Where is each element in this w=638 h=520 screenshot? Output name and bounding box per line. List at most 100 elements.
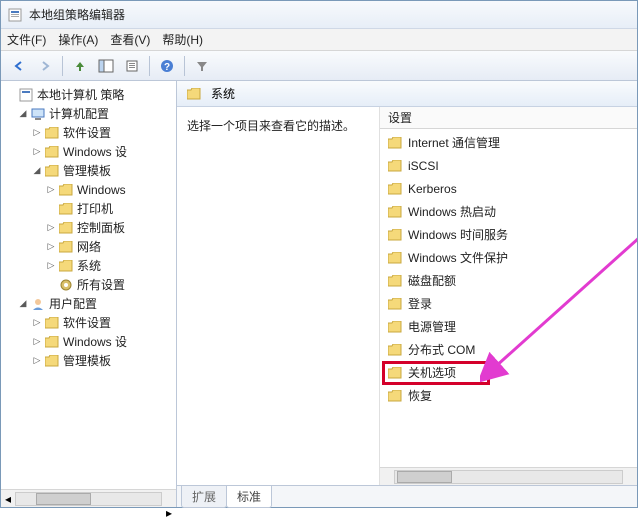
menu-file[interactable]: 文件(F) [7, 31, 46, 48]
tree-software-settings[interactable]: 软件设置 [63, 124, 111, 141]
list-item-label: 磁盘配额 [408, 272, 456, 289]
user-icon [30, 297, 46, 311]
policy-icon [18, 88, 34, 102]
list-item-label: 恢复 [408, 387, 432, 404]
show-hide-tree-button[interactable] [94, 54, 118, 78]
list-item[interactable]: 电源管理 [380, 315, 637, 338]
expand-icon[interactable]: ▷ [45, 222, 57, 233]
tab-standard[interactable]: 标准 [226, 486, 272, 508]
tree-windows[interactable]: Windows [77, 183, 126, 197]
filter-button[interactable] [190, 54, 214, 78]
folder-icon [44, 145, 60, 159]
folder-icon [386, 296, 404, 312]
list-item[interactable]: 磁盘配额 [380, 269, 637, 292]
expand-icon[interactable]: ▷ [31, 336, 43, 347]
list-item-label: 关机选项 [408, 364, 456, 381]
list-item[interactable]: Windows 热启动 [380, 200, 637, 223]
list-item-label: Windows 时间服务 [408, 226, 508, 243]
folder-icon [386, 319, 404, 335]
list-item[interactable]: 分布式 COM [380, 338, 637, 361]
folder-icon [386, 273, 404, 289]
collapse-icon[interactable]: ◢ [31, 165, 43, 176]
list-item[interactable]: 恢复 [380, 384, 637, 407]
list-item[interactable]: 登录 [380, 292, 637, 315]
folder-icon [44, 354, 60, 368]
expand-icon[interactable]: ▷ [31, 146, 43, 157]
tree-all-settings[interactable]: 所有设置 [77, 276, 125, 293]
tab-extended[interactable]: 扩展 [181, 486, 227, 508]
list-item[interactable]: Windows 文件保护 [380, 246, 637, 269]
settings-list[interactable]: Internet 通信管理 iSCSI Kerberos Windows 热启动 Win… [380, 129, 637, 409]
collapse-icon[interactable]: ◢ [17, 108, 29, 119]
menu-help[interactable]: 帮助(H) [162, 31, 203, 48]
window-title: 本地组策略编辑器 [29, 6, 125, 23]
svg-text:?: ? [164, 62, 170, 73]
folder-icon [386, 365, 404, 381]
list-item[interactable]: 关机选项 [380, 361, 637, 384]
tree-admin-templates-2[interactable]: 管理模板 [63, 352, 111, 369]
collapse-icon[interactable]: ◢ [17, 298, 29, 309]
description-pane: 选择一个项目来查看它的描述。 [177, 107, 379, 485]
folder-icon [186, 87, 202, 101]
list-item[interactable]: Internet 通信管理 [380, 131, 637, 154]
folder-icon [386, 158, 404, 174]
tree-software-settings-2[interactable]: 软件设置 [63, 314, 111, 331]
title-bar: 本地组策略编辑器 [1, 1, 637, 29]
list-hscrollbar[interactable] [380, 467, 637, 485]
expand-icon[interactable]: ▷ [45, 241, 57, 252]
list-item-label: 登录 [408, 295, 432, 312]
folder-icon [58, 240, 74, 254]
expand-icon[interactable]: ▷ [31, 317, 43, 328]
tree-network[interactable]: 网络 [77, 238, 101, 255]
folder-icon [386, 388, 404, 404]
column-header-settings[interactable]: 设置 [380, 107, 637, 129]
menu-view[interactable]: 查看(V) [110, 31, 150, 48]
app-icon [7, 7, 23, 23]
folder-icon [386, 227, 404, 243]
toolbar: ? [1, 51, 637, 81]
folder-icon [58, 183, 74, 197]
folder-icon [386, 135, 404, 151]
list-item-label: Windows 热启动 [408, 203, 496, 220]
menu-action[interactable]: 操作(A) [58, 31, 98, 48]
list-item[interactable]: iSCSI [380, 154, 637, 177]
tree-hscrollbar[interactable]: ◂ ▸ [1, 489, 176, 507]
tree-printer[interactable]: 打印机 [77, 200, 113, 217]
back-button[interactable] [7, 54, 31, 78]
list-item[interactable]: Windows 时间服务 [380, 223, 637, 246]
list-item[interactable]: Kerberos [380, 177, 637, 200]
nav-tree[interactable]: 本地计算机 策略 ◢ 计算机配置 ▷ 软件设置 ▷ Windows 设 ◢ 管理模板 ▷… [1, 81, 176, 489]
tree-root[interactable]: 本地计算机 策略 [37, 86, 124, 103]
expand-icon[interactable]: ▷ [45, 260, 57, 271]
folder-icon [58, 221, 74, 235]
tree-windows-settings-2[interactable]: Windows 设 [63, 333, 127, 350]
list-item-label: Windows 文件保护 [408, 249, 508, 266]
folder-icon [44, 126, 60, 140]
tree-user-config[interactable]: 用户配置 [49, 295, 97, 312]
forward-button[interactable] [33, 54, 57, 78]
settings-icon [58, 278, 74, 292]
expand-icon[interactable]: ▷ [31, 355, 43, 366]
tree-control-panel[interactable]: 控制面板 [77, 219, 125, 236]
description-text: 选择一个项目来查看它的描述。 [187, 117, 369, 135]
properties-button[interactable] [120, 54, 144, 78]
computer-icon [30, 107, 46, 121]
menu-bar: 文件(F) 操作(A) 查看(V) 帮助(H) [1, 29, 637, 51]
folder-icon [44, 316, 60, 330]
settings-list-pane: 设置 Internet 通信管理 iSCSI Kerberos Windows 热启动… [379, 107, 637, 485]
main-area: 本地计算机 策略 ◢ 计算机配置 ▷ 软件设置 ▷ Windows 设 ◢ 管理模板 ▷… [1, 81, 637, 507]
tree-admin-templates[interactable]: 管理模板 [63, 162, 111, 179]
folder-icon [58, 202, 74, 216]
tree-windows-settings[interactable]: Windows 设 [63, 143, 127, 160]
up-button[interactable] [68, 54, 92, 78]
expand-icon[interactable]: ▷ [45, 184, 57, 195]
expand-icon[interactable]: ▷ [31, 127, 43, 138]
content-pane: 系统 选择一个项目来查看它的描述。 设置 Internet 通信管理 iSCSI K… [177, 81, 637, 507]
tree-system[interactable]: 系统 [77, 257, 101, 274]
folder-icon [386, 181, 404, 197]
help-button[interactable]: ? [155, 54, 179, 78]
content-header: 系统 [177, 81, 637, 107]
list-item-label: Kerberos [408, 182, 457, 196]
tree-computer-config[interactable]: 计算机配置 [49, 105, 109, 122]
list-item-label: Internet 通信管理 [408, 134, 500, 151]
